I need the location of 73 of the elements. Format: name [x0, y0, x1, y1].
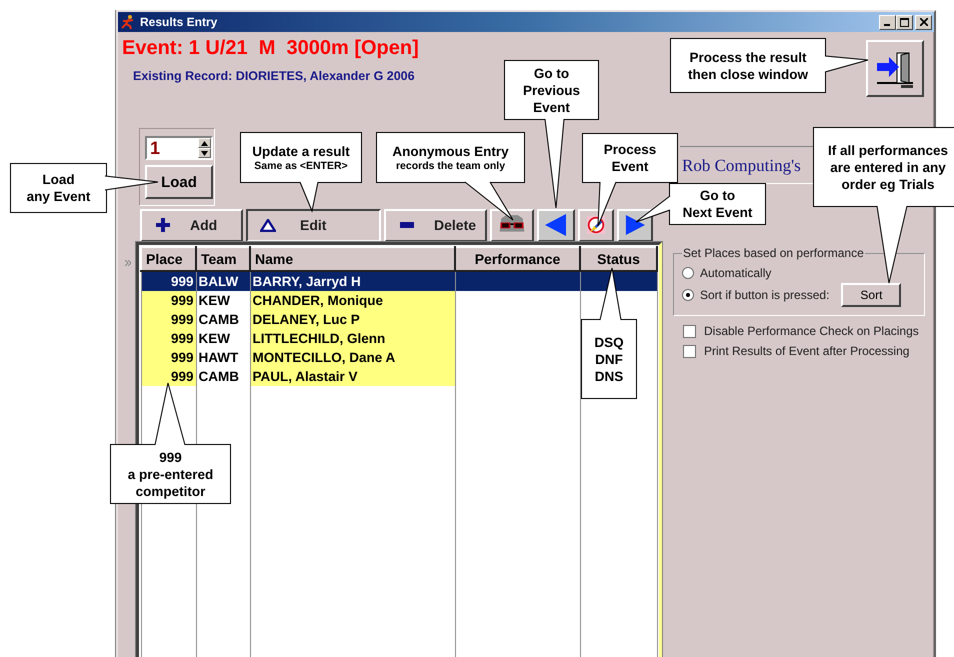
spin-down-icon[interactable]	[198, 148, 211, 158]
triangle-icon	[260, 218, 276, 232]
column-header[interactable]: Team	[196, 247, 250, 271]
row-marker-icon	[125, 260, 131, 266]
name-cell: LITTLECHILD, Glenn	[250, 329, 455, 348]
callout-note: records the team only	[396, 160, 506, 172]
team-cell: CAMB	[196, 367, 250, 386]
column-header[interactable]: Status	[580, 247, 657, 271]
callout-text: If all performances are entered in any order eg Trials	[828, 142, 948, 192]
checkbox-label: Disable Performance Check on Placings	[704, 324, 919, 338]
column-header[interactable]: Place	[141, 247, 196, 271]
team-cell: KEW	[196, 329, 250, 348]
name-cell: CHANDER, Monique	[250, 291, 455, 310]
minus-icon	[400, 222, 414, 228]
place-cell: 999	[141, 367, 196, 386]
callout-text: Anonymous Entry	[392, 143, 509, 160]
runner-icon	[120, 14, 136, 30]
place-cell: 999	[141, 271, 196, 291]
anonymous-button[interactable]	[490, 208, 534, 242]
team-cell: BALW	[196, 271, 250, 291]
callout-text: Load any Event	[26, 171, 90, 205]
team-cell: CAMB	[196, 310, 250, 329]
maximize-button[interactable]	[896, 14, 913, 30]
maximize-icon	[900, 18, 909, 26]
radio-button[interactable]	[682, 289, 694, 301]
name-cell: PAUL, Alastair V	[250, 367, 455, 386]
place-cell: 999	[141, 310, 196, 329]
edit-button[interactable]: Edit	[246, 208, 381, 242]
close-button[interactable]	[915, 14, 932, 30]
place-cell: 999	[141, 291, 196, 310]
minimize-button[interactable]	[879, 14, 896, 30]
callout-text: Update a result	[252, 143, 350, 160]
spin-up-icon[interactable]	[198, 138, 211, 148]
previous-button[interactable]	[537, 208, 575, 242]
result-row[interactable]: 999 BALW BARRY, Jarryd H	[141, 271, 657, 291]
group-title: Set Places based on performance	[682, 246, 865, 260]
left-triangle-icon	[545, 214, 567, 236]
name-cell: BARRY, Jarryd H	[250, 271, 455, 291]
process-icon	[586, 214, 606, 236]
option-label: Sort if button is pressed:	[700, 288, 830, 302]
checkbox-label: Print Results of Event after Processing	[704, 344, 910, 358]
option-label: Automatically	[700, 266, 772, 280]
place-cell: 999	[141, 329, 196, 348]
next-button[interactable]	[617, 208, 653, 242]
exit-button[interactable]	[866, 40, 924, 97]
load-button[interactable]: Load	[145, 165, 213, 199]
sort-button[interactable]: Sort	[841, 283, 902, 307]
existing-record: Existing Record: DIORIETES, Alexander G 2006	[132, 69, 416, 83]
team-cell: HAWT	[196, 348, 250, 367]
team-cell: KEW	[196, 291, 250, 310]
radio-button[interactable]	[682, 267, 694, 279]
add-button[interactable]: Add	[140, 208, 243, 242]
close-icon	[920, 18, 928, 26]
callout-text: Go to Next Event	[682, 187, 752, 221]
event-number-field[interactable]: 1	[145, 136, 213, 160]
plus-icon	[156, 218, 170, 232]
name-cell: MONTECILLO, Dane A	[250, 348, 455, 367]
column-header[interactable]: Performance	[455, 247, 580, 271]
callout-text: Process Event	[604, 141, 656, 175]
callout-note: Same as <ENTER>	[254, 160, 348, 172]
column-header[interactable]: Name	[250, 247, 455, 271]
checkbox[interactable]	[683, 344, 696, 358]
name-cell: DELANEY, Luc P	[250, 310, 455, 329]
window-title: Results Entry	[140, 15, 218, 29]
callout-text: 999 a pre-entered competitor	[128, 448, 214, 500]
checkbox[interactable]	[683, 324, 696, 338]
event-title: Event: 1 U/21 M 3000m [Open]	[122, 37, 419, 60]
delete-button[interactable]: Delete	[384, 208, 487, 242]
process-button[interactable]	[578, 208, 614, 242]
callout-text: Process the result then close window	[688, 48, 808, 82]
callout-text: Go to Previous Event	[522, 64, 580, 116]
place-cell: 999	[141, 348, 196, 367]
right-triangle-icon	[625, 214, 645, 236]
